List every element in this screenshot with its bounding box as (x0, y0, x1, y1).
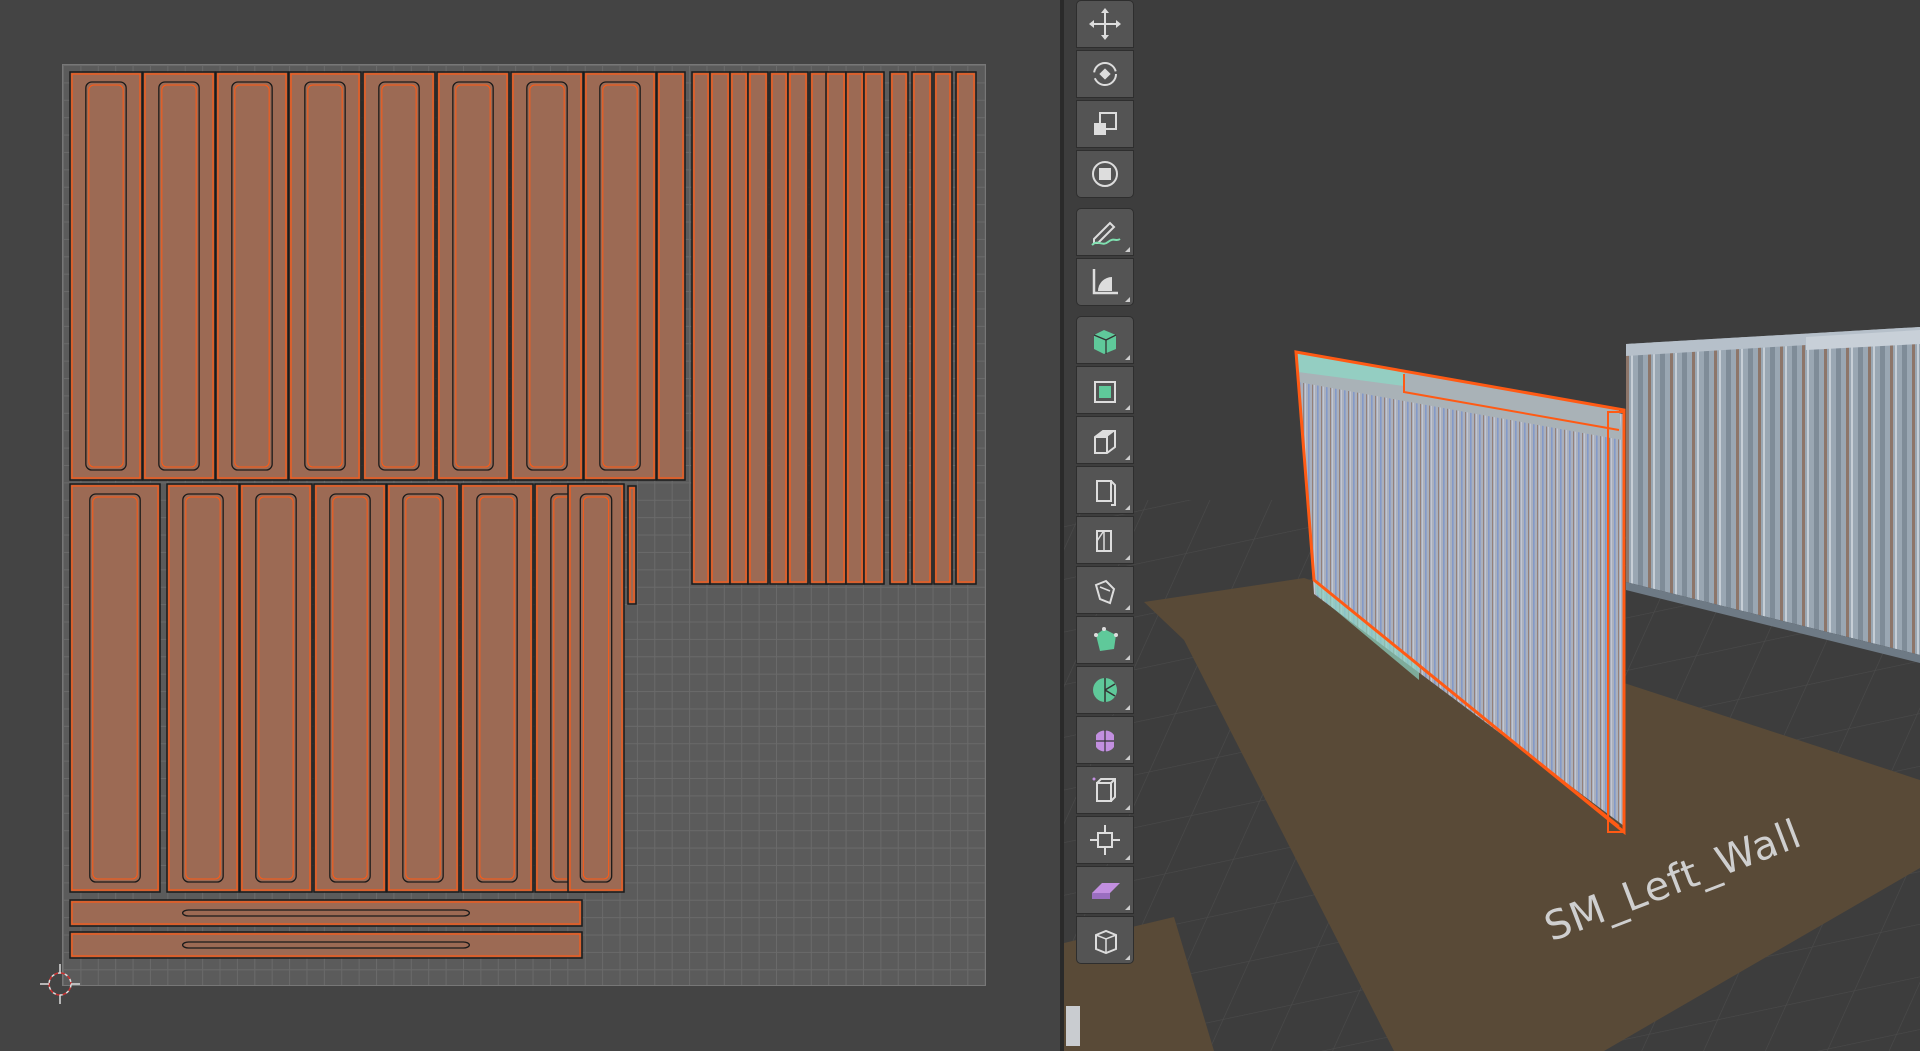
uv-strip-13[interactable] (955, 71, 977, 585)
uv-strip-5[interactable] (787, 71, 809, 585)
uv-island-top-6[interactable] (510, 71, 584, 481)
tool-options-indicator (1125, 355, 1130, 360)
tool-options-indicator (1125, 805, 1130, 810)
uv-strip-0[interactable] (691, 71, 711, 585)
uv-strip-2[interactable] (729, 71, 749, 585)
edge-slide-tool-button[interactable] (1076, 766, 1134, 814)
rip-region-tool-button[interactable] (1076, 916, 1134, 964)
uv-strip-3[interactable] (747, 71, 769, 585)
measure-icon (1092, 269, 1118, 295)
uv-strip-10[interactable] (889, 71, 909, 585)
uv-island-top-3[interactable] (288, 71, 362, 481)
uv-island-bot-0[interactable] (69, 483, 161, 893)
inset-faces-icon (1094, 430, 1116, 454)
uv-island-top-8[interactable] (656, 71, 686, 481)
uv-island-top-1[interactable] (142, 71, 216, 481)
poly-build-icon (1094, 627, 1118, 651)
annotate-icon (1091, 221, 1121, 246)
poly-build-tool-button[interactable] (1076, 616, 1134, 664)
knife-tool-button[interactable] (1076, 566, 1134, 614)
shear-tool-button[interactable] (1076, 866, 1134, 914)
uv-island-top-7[interactable] (583, 71, 657, 481)
edge-slide-icon (1092, 777, 1116, 802)
uv-strip-4[interactable] (769, 71, 789, 585)
knife-icon (1094, 579, 1116, 605)
annotate-tool-button[interactable] (1076, 208, 1134, 256)
uv-island-horizontal-1[interactable] (69, 931, 583, 959)
3d-viewport[interactable]: SM_Left_Wall (1064, 0, 1920, 1051)
add-cube-icon (1093, 330, 1117, 354)
uv-island-top-0[interactable] (69, 71, 143, 481)
tool-options-indicator (1125, 905, 1130, 910)
spin-tool-button[interactable] (1076, 666, 1134, 714)
tool-options-indicator (1125, 755, 1130, 760)
add-cube-tool-button[interactable] (1076, 316, 1134, 364)
transform-icon (1092, 161, 1118, 187)
spin-icon (1093, 678, 1117, 702)
bevel-icon (1096, 480, 1116, 506)
uv-strip-11[interactable] (911, 71, 933, 585)
uv-island-bot-2[interactable] (239, 483, 313, 893)
viewport-scene (1064, 0, 1920, 1051)
rotate-icon (1093, 62, 1117, 86)
uv-island-bot-7[interactable] (567, 483, 625, 893)
uv-island-fragment[interactable] (627, 485, 637, 605)
tool-options-indicator (1125, 655, 1130, 660)
measure-tool-button[interactable] (1076, 258, 1134, 306)
uv-strip-12[interactable] (933, 71, 953, 585)
extrude-region-icon (1094, 381, 1116, 403)
smooth-vertices-tool-button[interactable] (1076, 716, 1134, 764)
uv-strip-9[interactable] (863, 71, 885, 585)
uv-island-top-4[interactable] (362, 71, 436, 481)
uv-strip-1[interactable] (709, 71, 731, 585)
uv-island-bot-4[interactable] (386, 483, 460, 893)
tool-options-indicator (1125, 505, 1130, 510)
tool-options-indicator (1125, 955, 1130, 960)
uv-editor[interactable] (0, 0, 1060, 1051)
tool-options-indicator (1125, 705, 1130, 710)
shear-icon (1092, 883, 1120, 899)
uv-island-bot-5[interactable] (460, 483, 534, 893)
shrink-fatten-icon (1090, 825, 1120, 855)
uv-island-bot-3[interactable] (313, 483, 387, 893)
uv-island-top-2[interactable] (215, 71, 289, 481)
rip-region-icon (1095, 929, 1117, 955)
scale-tool-button[interactable] (1076, 100, 1134, 148)
uv-strip-7[interactable] (825, 71, 847, 585)
2d-cursor-icon[interactable] (22, 962, 82, 1022)
inset-faces-tool-button[interactable] (1076, 416, 1134, 464)
loop-cut-tool-button[interactable] (1076, 516, 1134, 564)
rotate-tool-button[interactable] (1076, 50, 1134, 98)
transform-tool-button[interactable] (1076, 150, 1134, 198)
loop-cut-icon (1096, 530, 1112, 552)
tool-options-indicator (1125, 247, 1130, 252)
shrink-fatten-tool-button[interactable] (1076, 816, 1134, 864)
uv-strip-8[interactable] (845, 71, 865, 585)
tool-options-indicator (1125, 855, 1130, 860)
tool-options-indicator (1125, 605, 1130, 610)
scale-icon (1094, 112, 1117, 135)
extrude-region-tool-button[interactable] (1076, 366, 1134, 414)
bevel-tool-button[interactable] (1076, 466, 1134, 514)
uv-island-horizontal-0[interactable] (69, 899, 583, 927)
smooth-vertices-icon (1096, 730, 1114, 752)
tool-options-indicator (1125, 405, 1130, 410)
move-tool-button[interactable] (1076, 0, 1134, 48)
move-icon (1089, 8, 1121, 40)
uv-island-bot-1[interactable] (166, 483, 240, 893)
uv-island-top-5[interactable] (436, 71, 510, 481)
tool-options-indicator (1125, 455, 1130, 460)
uv-islands-layer[interactable] (0, 0, 1060, 1051)
tool-options-indicator (1125, 555, 1130, 560)
tool-options-indicator (1125, 297, 1130, 302)
